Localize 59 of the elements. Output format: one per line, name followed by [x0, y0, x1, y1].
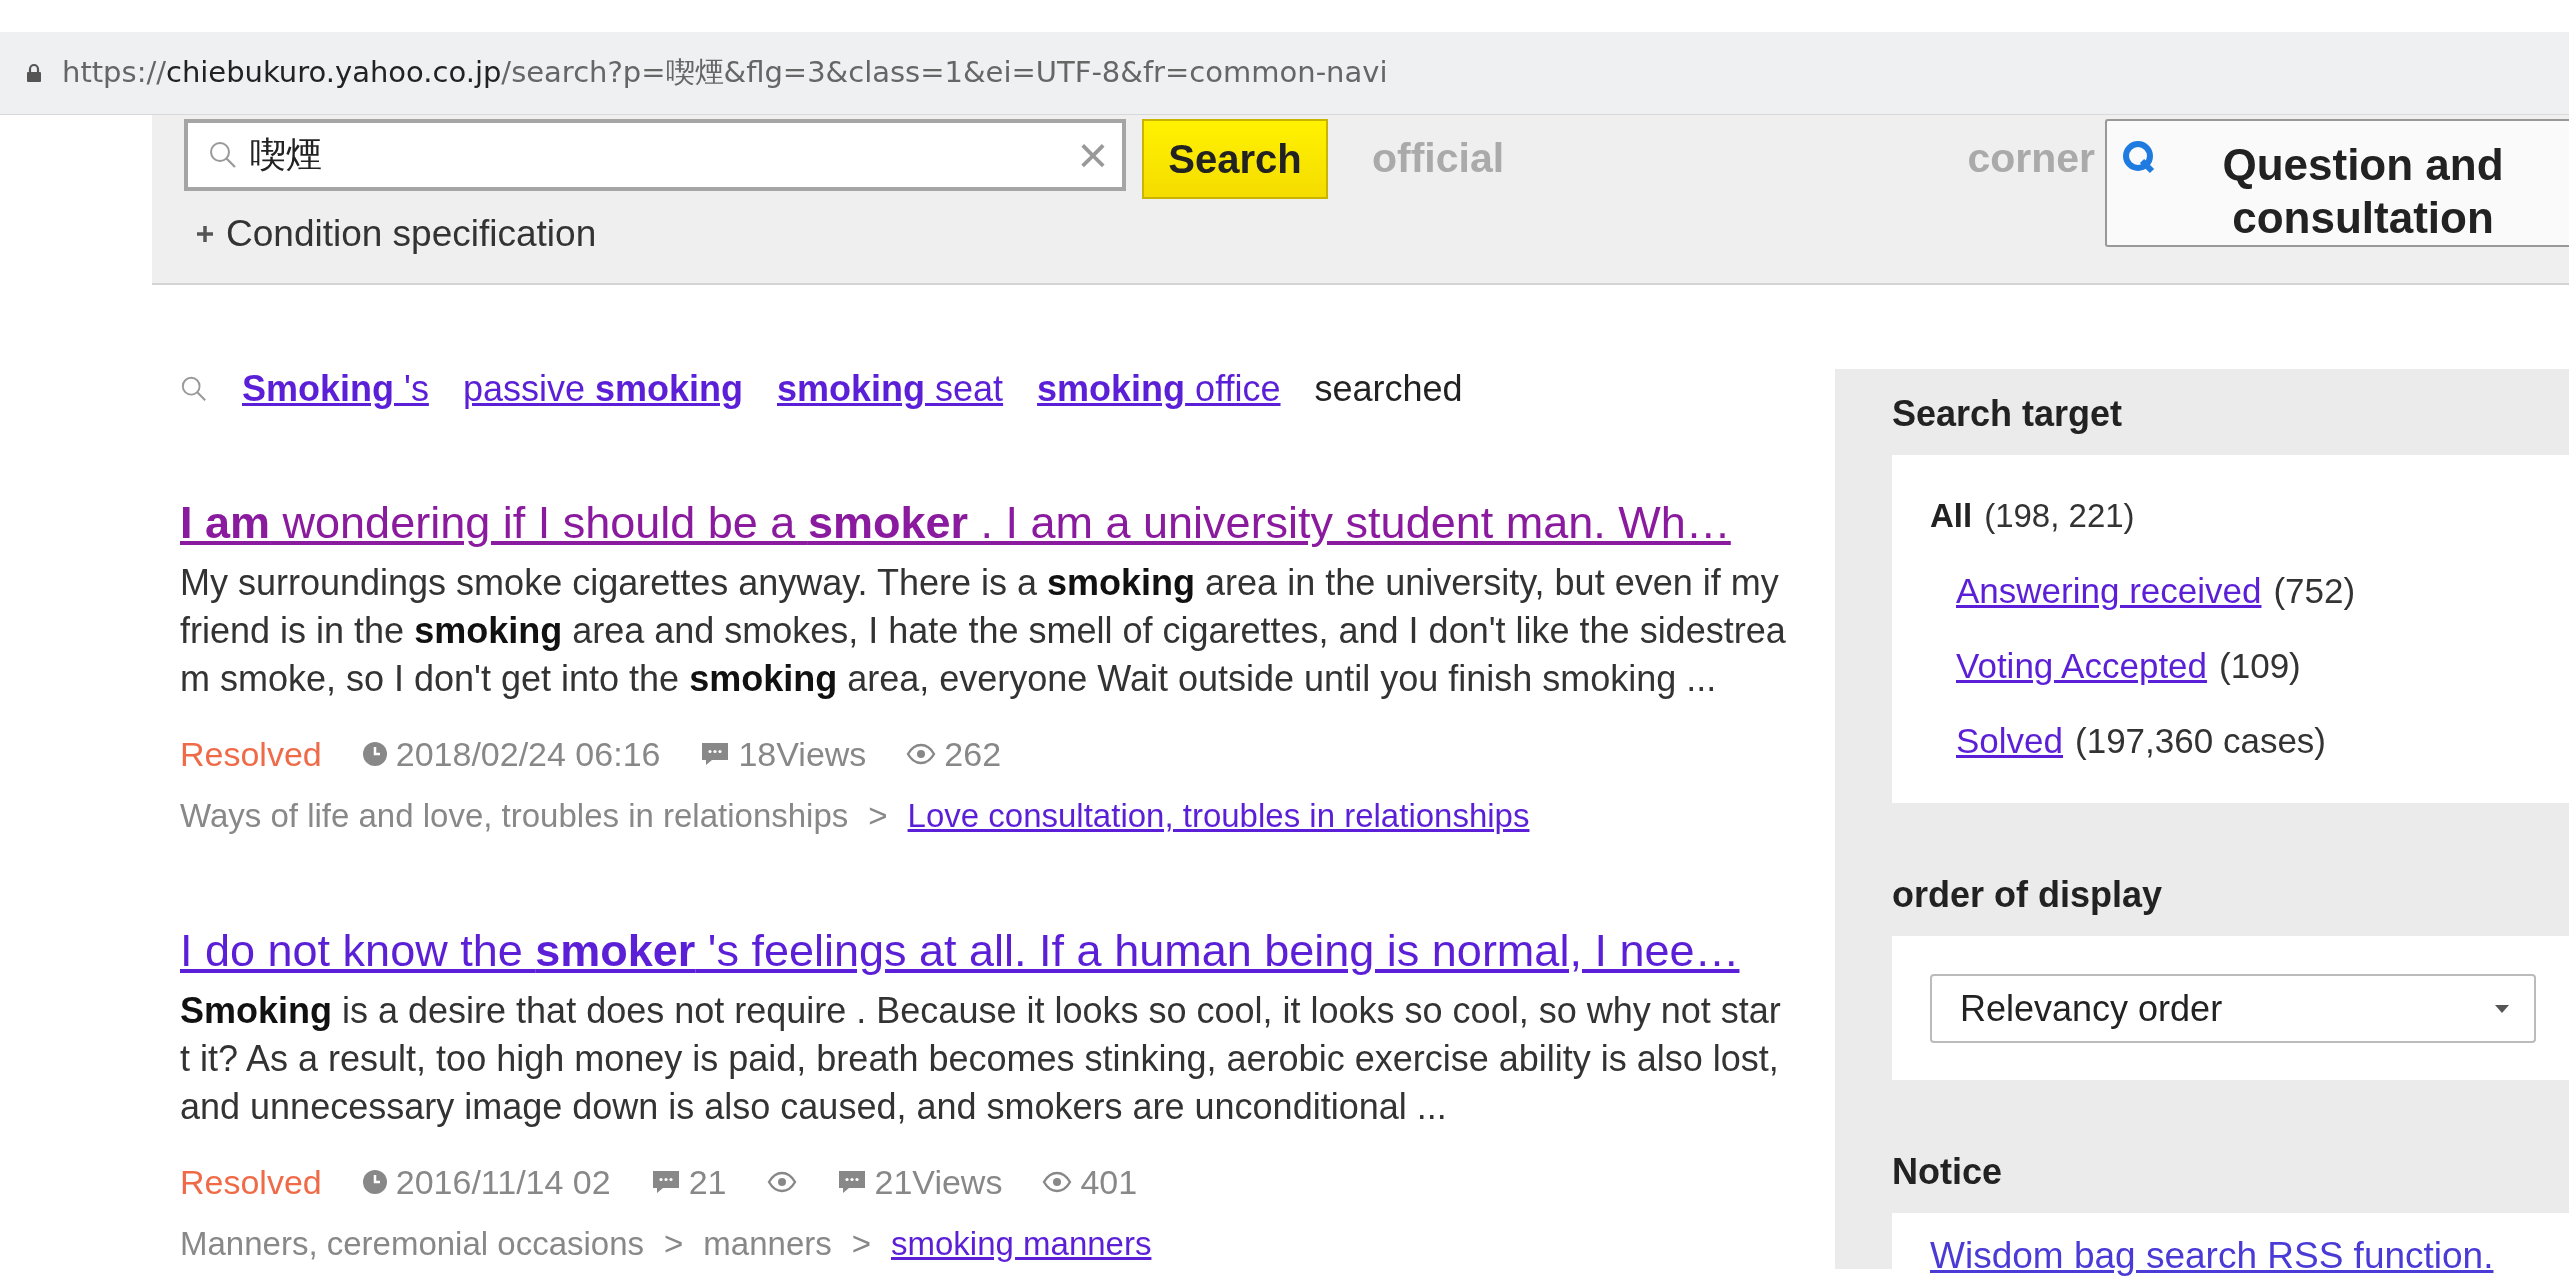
breadcrumb-separator: >	[868, 796, 888, 836]
stat-text: 21Views	[874, 1162, 1003, 1202]
category-text: Manners, ceremonial occasions	[180, 1224, 645, 1264]
category-link[interactable]: smoking manners	[891, 1221, 1152, 1267]
category-text: manners	[703, 1224, 832, 1264]
filter-link[interactable]: Solved	[1956, 703, 2064, 778]
breadcrumb-separator: >	[664, 1224, 684, 1264]
eye-icon	[906, 743, 937, 765]
plus-icon	[196, 225, 214, 243]
section-title: Search target	[1892, 392, 2124, 436]
search-icon	[180, 375, 208, 403]
clock-icon	[361, 1169, 388, 1195]
stat-text: 401	[1080, 1162, 1138, 1202]
section-title: Notice	[1892, 1150, 2004, 1194]
filter-link[interactable]: Answering received	[1956, 553, 2262, 628]
search-button[interactable]: Search	[1142, 119, 1328, 199]
result-title-link[interactable]: I am wondering if I should be a smoker . I am a university student man. Wh…	[180, 497, 1731, 549]
related-search-link[interactable]: smoking office	[1037, 368, 1281, 410]
filter-link[interactable]: Voting Accepted	[1956, 628, 2208, 703]
comment-icon	[700, 741, 731, 767]
comment-icon	[836, 1169, 867, 1195]
comment-icon	[650, 1169, 681, 1195]
eye-icon	[1042, 1171, 1073, 1193]
filter-count: (752)	[2273, 570, 2356, 612]
result-title-link[interactable]: I do not know the smoker 's feelings at all. If a human being is normal, I nee…	[180, 925, 1740, 977]
result-snippet: Smoking is a desire that does not require . Because it looks so cool, it looks so cool, so why not start it? As a result, too high money is paid, breath becomes stinking, aerobic exercise ability is also lost, and unnecessary image down is also caused, and smokers are unconditional ...	[180, 989, 1782, 1129]
section-title: order of display	[1892, 873, 2164, 917]
search-icon	[208, 140, 238, 170]
category-text: Ways of life and love, troubles in relationships	[180, 796, 849, 836]
condition-link[interactable]: Condition specification	[184, 199, 1328, 255]
filter-count: (109)	[2219, 645, 2301, 687]
filter-count: (198, 221)	[1984, 496, 2135, 536]
related-search-link[interactable]: Smoking 's	[242, 368, 429, 410]
search-field[interactable]: 喫煙 ×	[184, 119, 1126, 191]
caret-icon	[2494, 1003, 2510, 1014]
q-icon	[2121, 139, 2157, 175]
related-search-link[interactable]: passive smoking	[462, 368, 743, 410]
notice-link[interactable]: Wisdom bag search RSS function.	[1930, 1235, 2494, 1276]
order-dropdown[interactable]: Relevancy order	[1930, 974, 2536, 1043]
eye-icon	[766, 1171, 797, 1193]
filter-label[interactable]: All	[1930, 478, 1973, 553]
breadcrumb-separator: >	[851, 1224, 871, 1264]
address-bar[interactable]: https://chiebukuro.yahoo.co.jp/search?p=喫煙&flg=3&class=1&ei=UTF-8&fr=common-navi	[0, 32, 2569, 115]
stat-text: 21	[688, 1162, 727, 1202]
stat-text: 18Views	[738, 734, 867, 774]
stat-text: 2016/11/14 02	[395, 1162, 611, 1202]
related-search-link[interactable]: smoking seat	[777, 368, 1004, 410]
status-label: Resolved	[180, 1162, 322, 1202]
status-label: Resolved	[180, 734, 322, 774]
stat-text: 262	[944, 734, 1002, 774]
result-snippet: My surroundings smoke cigarettes anyway. There is a smoking area in the university, but even if my friend is in the smoking area and smokes, I hate the smell of cigarettes, and I don't like the sidestream smoke, so I don't get into the smoking area, everyone Wait outside until you finish smoking ...	[180, 561, 1787, 701]
filter-count: (197,360 cases)	[2075, 720, 2326, 762]
stat-text: 2018/02/24 06:16	[395, 734, 661, 774]
lock-icon	[26, 63, 42, 83]
category-link[interactable]: Love consultation, troubles in relationships	[907, 793, 1530, 839]
clock-icon	[361, 741, 388, 767]
url-text: https://chiebukuro.yahoo.co.jp/search?p=喫煙&flg=3&class=1&ei=UTF-8&fr=common-navi	[62, 54, 1388, 91]
ask-button[interactable]: Question and consultation	[2105, 119, 2569, 247]
searched-label: searched	[1314, 368, 1463, 410]
